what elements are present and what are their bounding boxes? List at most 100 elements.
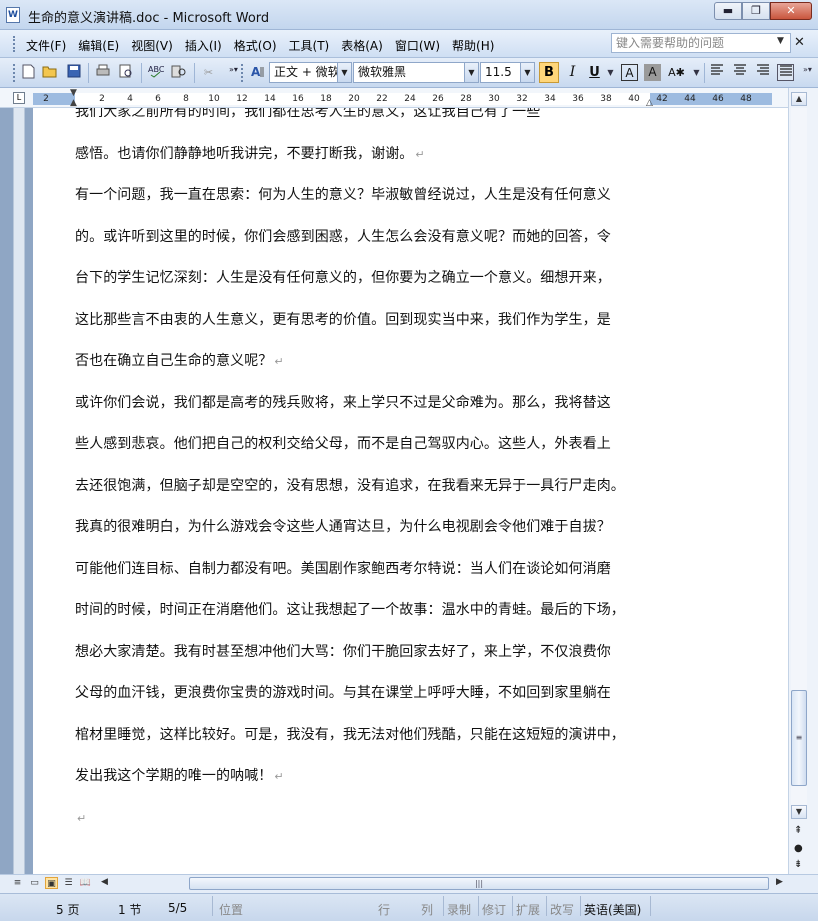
document-close-icon[interactable]: ✕ (794, 35, 805, 50)
char-scaling-icon[interactable]: A✱ (668, 64, 685, 81)
vertical-scroll-thumb[interactable]: ≡ (791, 690, 807, 786)
menu-view[interactable]: 视图(V) (131, 37, 173, 54)
word-app-icon[interactable]: W (6, 7, 20, 23)
outline-view-icon[interactable]: ☰ (62, 877, 75, 889)
right-indent-marker[interactable]: △ (646, 99, 653, 108)
font-size-combo[interactable]: 11.5 ▼ (480, 62, 535, 83)
toolbar2-grip-icon[interactable] (241, 64, 244, 82)
document-line[interactable]: 时间的时候，时间正在消磨他们。这让我想起了一个故事：温水中的青蛙。最后的下场， (75, 590, 655, 632)
style-dropdown-icon[interactable]: ▼ (337, 63, 351, 82)
bold-button[interactable]: B (539, 62, 559, 83)
align-right-icon[interactable] (754, 64, 771, 81)
document-line[interactable]: 棺材里睡觉，这样比较好。可是，我没有，我无法对他们残酷，只能在这短短的演讲中， (75, 715, 655, 757)
status-extend[interactable]: 扩展 (516, 901, 540, 918)
status-page-of[interactable]: 5/5 (168, 901, 187, 915)
close-button[interactable]: ✕ (770, 2, 812, 20)
document-line-text: 我真的很难明白，为什么游戏会令这些人通宵达旦，为什么电视剧会令他们难于自拔？ (75, 519, 611, 535)
minimize-button[interactable]: ▬ (714, 2, 742, 20)
document-line[interactable]: 的。或许听到这里的时候，你们会感到困惑，人生怎么会没有意义呢？而她的回答，令 (75, 217, 655, 259)
align-left-icon[interactable] (708, 64, 725, 81)
help-dropdown-icon[interactable]: ▼ (777, 36, 784, 46)
document-line[interactable]: 发出我这个学期的唯一的呐喊！ ↵ (75, 756, 655, 798)
document-line[interactable]: 台下的学生记忆深刻：人生是没有任何意义的，但你要为之确立一个意义。细想开来， (75, 258, 655, 300)
document-line[interactable]: 这比那些言不由衷的人生意义，更有思考的价值。回到现实当中来，我们作为学生，是 (75, 300, 655, 342)
vertical-ruler[interactable] (13, 108, 25, 874)
menu-table[interactable]: 表格(A) (341, 37, 383, 54)
save-icon[interactable] (65, 64, 82, 81)
font-size-dropdown-icon[interactable]: ▼ (520, 63, 534, 82)
scaling-dropdown-icon[interactable]: ▼ (688, 64, 705, 81)
menubar-grip-icon[interactable] (13, 36, 16, 52)
print-icon[interactable] (94, 64, 111, 81)
menu-file[interactable]: 文件(F) (26, 37, 66, 54)
document-line[interactable]: 感悟。也请你们静静地听我讲完，不要打断我，谢谢。 ↵ (75, 134, 655, 176)
status-column[interactable]: 列 (421, 901, 433, 918)
menu-help[interactable]: 帮助(H) (452, 37, 494, 54)
document-line[interactable]: 或许你们会说，我们都是高考的残兵败将，来上学只不过是父命难为。那么，我将替这 (75, 383, 655, 425)
menu-insert[interactable]: 插入(I) (185, 37, 222, 54)
status-line[interactable]: 行 (378, 901, 390, 918)
next-page-icon[interactable]: ⇟ (794, 859, 802, 870)
document-line[interactable]: 父母的血汗钱，更浪费你宝贵的游戏时间。与其在课堂上呼呼大睡，不如回到家里躺在 (75, 673, 655, 715)
status-track-changes[interactable]: 修订 (482, 901, 506, 918)
scroll-down-icon[interactable]: ▼ (791, 805, 807, 819)
char-shading-button[interactable]: A (644, 64, 661, 81)
cut-icon[interactable]: ✂ (200, 64, 217, 81)
style-combo[interactable]: 正文 + 微软 ▼ (269, 62, 352, 83)
toolbar-options-icon[interactable]: »▾ (225, 61, 242, 78)
status-macro-record[interactable]: 录制 (447, 901, 471, 918)
toolbar2-options-icon[interactable]: »▾ (799, 61, 816, 78)
document-line[interactable]: 否也在确立自己生命的意义呢？ ↵ (75, 341, 655, 383)
research-icon[interactable] (170, 64, 187, 81)
document-line[interactable]: 我真的很难明白，为什么游戏会令这些人通宵达旦，为什么电视剧会令他们难于自拔？ (75, 507, 655, 549)
document-line[interactable]: 有一个问题，我一直在思索：何为人生的意义？毕淑敏曾经说过，人生是没有任何意义 (75, 175, 655, 217)
status-position[interactable]: 位置 (219, 901, 243, 918)
status-language[interactable]: 英语(美国) (584, 901, 641, 918)
scroll-up-icon[interactable]: ▲ (791, 92, 807, 106)
justify-icon[interactable] (777, 64, 794, 81)
first-line-indent-marker[interactable]: ▼ (70, 89, 77, 98)
document-line[interactable]: 去还很饱满，但脑子却是空空的，没有思想，没有追求，在我看来无异于一具行尸走肉。 (75, 466, 655, 508)
print-preview-icon[interactable] (118, 64, 135, 81)
normal-view-icon[interactable]: ≡ (11, 877, 24, 889)
select-browse-object-icon[interactable]: ● (794, 843, 803, 854)
left-indent-marker[interactable]: ▲ (70, 99, 77, 108)
center-icon[interactable] (731, 64, 748, 81)
help-question-input[interactable]: 键入需要帮助的问题 (611, 33, 791, 53)
web-layout-view-icon[interactable]: ▭ (28, 877, 41, 889)
toolbar-separator (88, 63, 89, 83)
horizontal-scroll-thumb[interactable]: ||| (189, 877, 769, 890)
previous-page-icon[interactable]: ⇞ (794, 825, 802, 836)
underline-button[interactable]: U (586, 64, 603, 81)
char-border-button[interactable]: A (621, 64, 638, 81)
status-section[interactable]: 1 节 (118, 901, 141, 918)
scroll-right-icon[interactable]: ▶ (776, 877, 783, 887)
menu-format[interactable]: 格式(O) (234, 37, 277, 54)
font-combo[interactable]: 微软雅黑 ▼ (353, 62, 479, 83)
menu-window[interactable]: 窗口(W) (395, 37, 440, 54)
document-page[interactable]: 我们大家之前所有的时间，我们都在思考人生的意义，这让我自己有了一些 感悟。也请你们… (33, 108, 772, 874)
open-icon[interactable] (41, 64, 58, 81)
status-page[interactable]: 5 页 (56, 901, 79, 918)
document-line[interactable]: 些人感到悲哀。他们把自己的权利交给父母，而不是自己驾驭内心。这些人，外表看上 (75, 424, 655, 466)
font-dropdown-icon[interactable]: ▼ (464, 63, 478, 82)
toolbar-grip-icon[interactable] (13, 64, 16, 82)
styles-icon[interactable]: A (249, 64, 266, 81)
tab-selector[interactable]: L (13, 92, 25, 104)
scroll-left-icon[interactable]: ◀ (101, 877, 108, 887)
document-body[interactable]: 我们大家之前所有的时间，我们都在思考人生的意义，这让我自己有了一些 感悟。也请你们… (75, 108, 655, 839)
menu-tools[interactable]: 工具(T) (289, 37, 330, 54)
italic-button[interactable]: I (564, 64, 581, 81)
menu-edit[interactable]: 编辑(E) (78, 37, 119, 54)
document-line[interactable]: ↵ (75, 798, 655, 840)
document-line[interactable]: 我们大家之前所有的时间，我们都在思考人生的意义，这让我自己有了一些 (75, 108, 655, 134)
status-overtype[interactable]: 改写 (550, 901, 574, 918)
print-layout-view-icon[interactable]: ▣ (45, 877, 58, 889)
spelling-icon[interactable]: ABC (147, 64, 164, 81)
document-line[interactable]: 想必大家清楚。我有时甚至想冲他们大骂：你们干脆回家去好了，来上学，不仅浪费你 (75, 632, 655, 674)
underline-dropdown-icon[interactable]: ▼ (602, 64, 619, 81)
reading-layout-view-icon[interactable]: 📖 (79, 877, 92, 889)
document-line[interactable]: 可能他们连目标、自制力都没有吧。美国剧作家鲍西考尔特说：当人们在谈论如何消磨 (75, 549, 655, 591)
new-document-icon[interactable] (20, 64, 37, 81)
maximize-button[interactable]: ❐ (742, 2, 770, 20)
